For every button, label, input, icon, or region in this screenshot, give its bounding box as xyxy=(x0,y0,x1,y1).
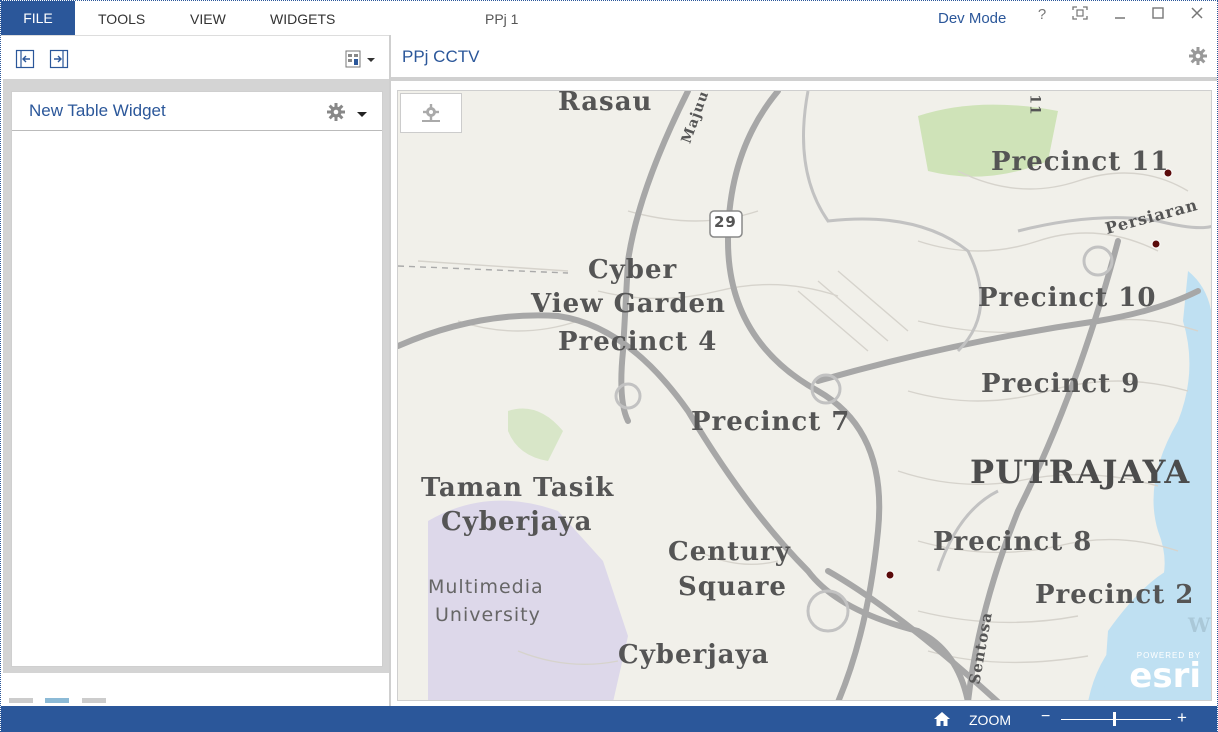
widget-pager xyxy=(9,690,114,703)
close-icon xyxy=(1191,7,1203,19)
gear-icon xyxy=(422,104,440,122)
widget-settings-button[interactable] xyxy=(326,102,346,127)
map-label: Precinct 11 xyxy=(991,147,1170,177)
minimize-icon xyxy=(1115,17,1125,19)
camera-marker[interactable] xyxy=(885,570,895,580)
maximize-icon xyxy=(1152,7,1164,19)
esri-attribution: POWERED BY esri xyxy=(1129,651,1201,696)
left-toolbar xyxy=(1,35,389,79)
map-label: Precinct 8 xyxy=(933,527,1093,557)
map-label: University xyxy=(435,604,541,626)
close-button[interactable] xyxy=(1186,6,1208,24)
map-label: W xyxy=(1188,613,1212,637)
map-label: Precinct 2 xyxy=(1035,580,1195,610)
map-label: Rasau xyxy=(558,90,653,117)
zoom-label: ZOOM xyxy=(969,712,1011,728)
map-label: Cyberjaya xyxy=(618,640,770,670)
map-label: Precinct 7 xyxy=(691,407,851,437)
menu-bar: FILE TOOLS VIEW WIDGETS PPj 1 Dev Mode ? xyxy=(1,1,1217,35)
expand-right-button[interactable] xyxy=(49,49,69,69)
map-settings-button[interactable] xyxy=(1188,46,1208,71)
esri-logo: esri xyxy=(1129,656,1201,696)
map-label: Precinct 9 xyxy=(981,369,1141,399)
app-window: FILE TOOLS VIEW WIDGETS PPj 1 Dev Mode ? xyxy=(0,0,1218,732)
home-button[interactable] xyxy=(933,711,951,732)
map-label: Multimedia xyxy=(428,576,544,598)
gear-icon xyxy=(327,103,345,121)
layout-grid-icon xyxy=(345,50,375,68)
route-number: 29 xyxy=(714,213,737,231)
layout-dropdown-button[interactable] xyxy=(345,49,377,69)
map-label: Precinct 4 xyxy=(558,327,718,357)
arrow-right-panel-icon xyxy=(49,49,69,69)
pager-dot-active[interactable] xyxy=(45,698,70,703)
map-label: Cyberjaya xyxy=(441,507,593,537)
menu-file[interactable]: FILE xyxy=(1,1,75,35)
minimize-button[interactable] xyxy=(1109,6,1131,24)
zoom-out-button[interactable]: − xyxy=(1041,708,1050,726)
widget-menu-button[interactable] xyxy=(356,106,368,124)
collapse-left-button[interactable] xyxy=(15,49,35,69)
fullscreen-icon xyxy=(1072,6,1088,20)
document-title: PPj 1 xyxy=(485,11,519,27)
map-tool-button[interactable] xyxy=(400,93,462,133)
zoom-slider-track[interactable] xyxy=(1061,719,1171,720)
map-label: Taman Tasik xyxy=(421,473,615,503)
menu-widgets[interactable]: WIDGETS xyxy=(270,11,335,27)
map-widget-header: PPj CCTV xyxy=(391,35,1217,81)
map-widget-title: PPj CCTV xyxy=(402,47,480,66)
map-label: Precinct 10 xyxy=(978,283,1157,313)
map-label: Cyber xyxy=(588,255,678,285)
widget-area: New Table Widget xyxy=(3,79,389,673)
table-widget: New Table Widget xyxy=(11,91,383,667)
map-label: PUTRAJAYA xyxy=(970,453,1191,491)
arrow-left-panel-icon xyxy=(15,49,35,69)
menu-view[interactable]: VIEW xyxy=(190,11,226,27)
map-label: View Garden xyxy=(531,289,726,319)
fullscreen-button[interactable] xyxy=(1069,6,1091,24)
map-label: 11 xyxy=(1026,94,1043,116)
zoom-slider-thumb[interactable] xyxy=(1112,712,1116,726)
widget-header: New Table Widget xyxy=(12,92,382,131)
dev-mode-link[interactable]: Dev Mode xyxy=(938,10,1006,27)
map-label: Square xyxy=(678,572,787,602)
left-pane: New Table Widget xyxy=(1,35,389,706)
home-icon xyxy=(934,712,950,726)
pager-dot[interactable] xyxy=(9,698,33,703)
maximize-button[interactable] xyxy=(1147,6,1169,24)
menu-tools[interactable]: TOOLS xyxy=(98,11,145,27)
right-pane: PPj CCTV Rasau Majuu Cyber View Garden P… xyxy=(391,35,1217,706)
help-button[interactable]: ? xyxy=(1031,6,1053,23)
camera-marker[interactable] xyxy=(1151,239,1161,249)
map-view[interactable]: Rasau Majuu Cyber View Garden Precinct 4… xyxy=(397,90,1212,701)
chevron-down-icon xyxy=(357,112,367,117)
status-bar: ZOOM − + xyxy=(1,706,1217,732)
zoom-in-button[interactable]: + xyxy=(1177,708,1187,728)
pager-dot[interactable] xyxy=(81,698,106,703)
gear-icon xyxy=(1189,47,1207,65)
widget-title: New Table Widget xyxy=(29,101,166,120)
map-label: Century xyxy=(668,537,791,567)
